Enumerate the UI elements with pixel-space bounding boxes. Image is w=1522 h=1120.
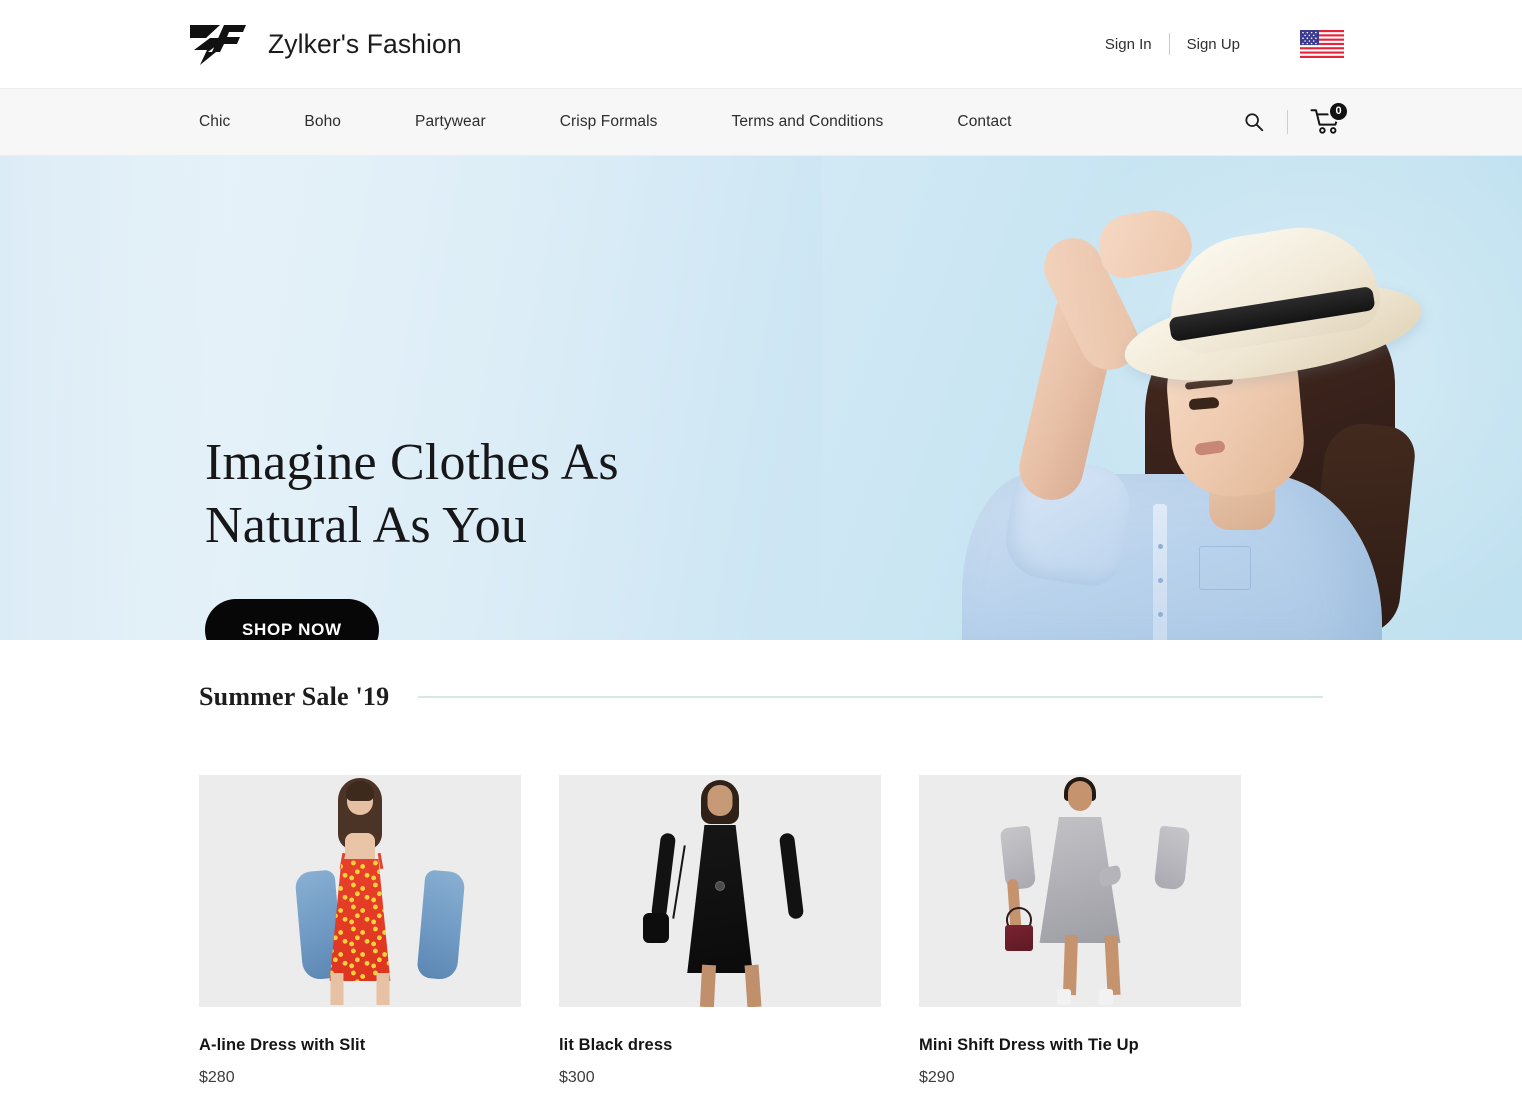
section-divider-rule bbox=[418, 696, 1323, 698]
nav-item-crisp-formals[interactable]: Crisp Formals bbox=[560, 113, 658, 131]
nav-item-contact[interactable]: Contact bbox=[957, 113, 1011, 131]
shopping-cart-icon[interactable]: 0 bbox=[1308, 101, 1349, 138]
sign-in-link[interactable]: Sign In bbox=[1088, 36, 1169, 53]
hero-image bbox=[822, 156, 1522, 640]
nav-item-terms-and-conditions[interactable]: Terms and Conditions bbox=[731, 113, 883, 131]
hero-left-fade bbox=[0, 156, 230, 640]
hero-content: Imagine Clothes As Natural As You SHOP N… bbox=[205, 431, 619, 640]
product-title: Mini Shift Dress with Tie Up bbox=[919, 1036, 1139, 1054]
tools-divider bbox=[1287, 110, 1288, 134]
product-price: $300 bbox=[559, 1069, 595, 1086]
product-image[interactable] bbox=[919, 775, 1241, 1007]
nav-tools: 0 bbox=[1241, 101, 1349, 138]
summer-sale-section: Summer Sale '19 A-line Dress with Slit $… bbox=[0, 640, 1522, 1087]
us-flag-icon[interactable] bbox=[1300, 30, 1344, 58]
hero-title: Imagine Clothes As Natural As You bbox=[205, 431, 619, 558]
product-image[interactable] bbox=[559, 775, 881, 1007]
header-actions: Sign In Sign Up bbox=[1088, 30, 1344, 58]
section-title: Summer Sale '19 bbox=[199, 682, 390, 711]
main-navigation: Chic Boho Partywear Crisp Formals Terms … bbox=[0, 88, 1522, 156]
shop-now-button[interactable]: SHOP NOW bbox=[205, 598, 379, 640]
product-title: lit Black dress bbox=[559, 1036, 673, 1054]
brand-name: Zylker's Fashion bbox=[268, 28, 462, 59]
cart-count-badge: 0 bbox=[1328, 101, 1349, 122]
nav-item-partywear[interactable]: Partywear bbox=[415, 113, 486, 131]
site-header: Zylker's Fashion Sign In Sign Up bbox=[0, 0, 1522, 88]
brand-block[interactable]: Zylker's Fashion bbox=[186, 21, 462, 67]
hero-title-line-2: Natural As You bbox=[205, 497, 528, 555]
product-grid: A-line Dress with Slit $280 lit Black dr… bbox=[199, 775, 1323, 1087]
zf-monogram-logo-icon bbox=[186, 21, 250, 67]
product-card[interactable]: Mini Shift Dress with Tie Up $290 bbox=[919, 775, 1241, 1087]
product-card[interactable]: lit Black dress $300 bbox=[559, 775, 881, 1087]
nav-item-boho[interactable]: Boho bbox=[304, 113, 341, 131]
product-price: $280 bbox=[199, 1069, 235, 1086]
nav-item-chic[interactable]: Chic bbox=[199, 113, 230, 131]
hero-banner: Imagine Clothes As Natural As You SHOP N… bbox=[0, 156, 1522, 640]
hero-model-illustration bbox=[917, 174, 1447, 640]
section-header: Summer Sale '19 bbox=[199, 640, 1323, 712]
search-icon[interactable] bbox=[1241, 109, 1267, 135]
product-title: A-line Dress with Slit bbox=[199, 1036, 366, 1054]
nav-item-list: Chic Boho Partywear Crisp Formals Terms … bbox=[199, 113, 1012, 131]
hero-title-line-1: Imagine Clothes As bbox=[205, 434, 619, 491]
product-image[interactable] bbox=[199, 775, 521, 1007]
product-price: $290 bbox=[919, 1069, 955, 1086]
product-card[interactable]: A-line Dress with Slit $280 bbox=[199, 775, 521, 1087]
sign-up-link[interactable]: Sign Up bbox=[1170, 36, 1257, 53]
